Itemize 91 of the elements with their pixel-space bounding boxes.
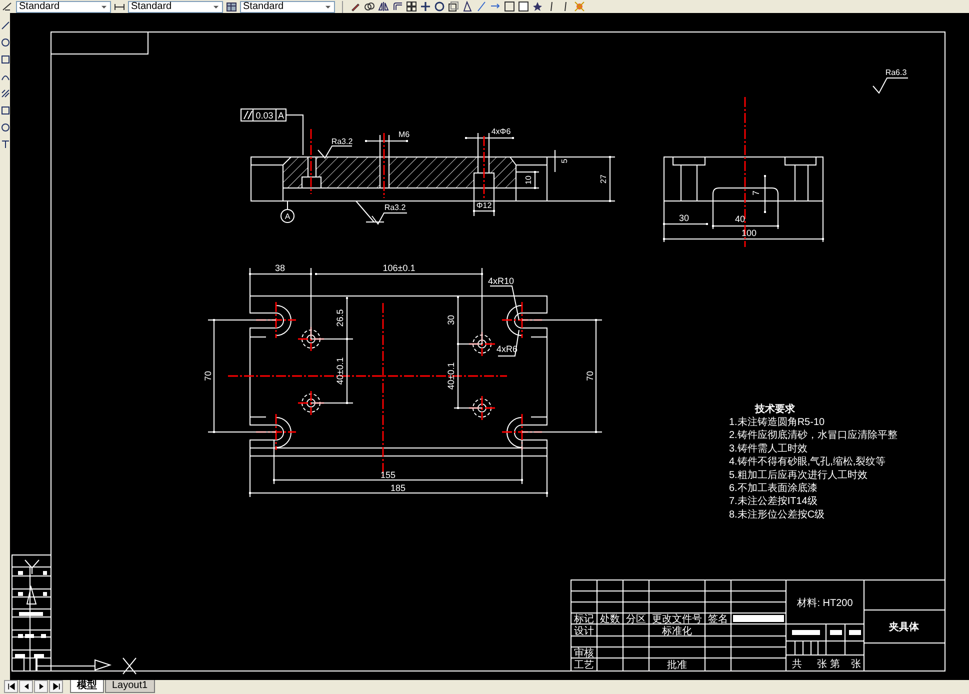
text-icon[interactable] — [0, 140, 10, 149]
dimension-text: 100 — [741, 228, 757, 238]
dimension-text: 38 — [275, 263, 285, 273]
circle-icon[interactable] — [0, 38, 10, 47]
dimension-text: 27 — [599, 174, 608, 184]
rotate-icon[interactable] — [434, 1, 445, 12]
title-block-label: 签名 — [708, 614, 728, 625]
tolerance-value: 0.03 — [256, 110, 274, 120]
requirement-text: 8.未注形位公差按C级 — [729, 509, 825, 520]
dimension-style-icon[interactable] — [114, 1, 125, 12]
dimension-text: 7 — [751, 190, 761, 196]
requirement-text: 5.粗加工后应再次进行人工时效 — [729, 470, 868, 481]
dimension-text: 10 — [524, 176, 533, 184]
line-icon[interactable] — [0, 21, 10, 30]
layout-tab[interactable]: Layout1 — [105, 680, 155, 693]
part-name: 夹具体 — [889, 622, 919, 633]
ucs-icon — [24, 560, 136, 674]
square-icon[interactable] — [504, 1, 515, 12]
dimension-text: 30 — [446, 315, 456, 325]
dimension-text: 30 — [679, 213, 689, 223]
title-block-label: 共 — [792, 659, 802, 670]
hatch-icon[interactable] — [0, 89, 10, 98]
last-tab-icon — [52, 682, 60, 691]
parallelism-icon — [244, 110, 252, 120]
title-block-label: 审核 — [574, 648, 594, 659]
dimension-text: 155 — [380, 470, 396, 480]
requirement-text: 2.铸件应彻底清砂，水冒口应清除平整 — [729, 430, 898, 442]
style-dropdown[interactable]: Standard — [16, 0, 111, 12]
mirror-icon[interactable] — [378, 1, 389, 12]
title-block-label: 张 — [851, 659, 861, 670]
material-text: 材料: HT200 — [797, 598, 853, 609]
dimension-text: 5 — [560, 158, 569, 164]
title-block-label: 张 — [817, 659, 827, 670]
title-block-label: 标记 — [574, 614, 594, 625]
square-icon[interactable] — [0, 55, 10, 64]
previous-tab-button[interactable] — [19, 680, 33, 693]
dimension-text: 106±0.1 — [382, 263, 416, 273]
style-dropdown[interactable]: Standard — [240, 0, 335, 12]
requirement-text: 1.未注铸造圆角R5-10 — [729, 417, 825, 428]
dimension-text: 40±0.1 — [446, 362, 456, 390]
star-icon[interactable] — [532, 1, 543, 12]
dimension-text: 4xΦ6 — [491, 127, 511, 136]
layout-tab[interactable]: 模型 — [70, 680, 104, 693]
table-style-icon[interactable] — [226, 1, 237, 12]
circle-icon[interactable] — [0, 123, 10, 132]
dimension-text: 70 — [585, 371, 595, 381]
dimension-text: 40±0.1 — [335, 357, 345, 385]
copy-icon[interactable] — [364, 1, 375, 12]
requirements-title: 技术要求 — [755, 404, 795, 415]
square-icon[interactable] — [518, 1, 529, 12]
roughness-text: Ra6.3 — [885, 68, 907, 77]
move-icon[interactable] — [420, 1, 431, 12]
requirement-text: 7.未注公差按IT14级 — [729, 496, 818, 508]
square-icon[interactable] — [0, 106, 10, 115]
title-block-label: 更改文件号 — [652, 614, 702, 625]
requirement-text: 4.铸件不得有砂眼,气孔,缩松,裂纹等 — [729, 456, 886, 468]
title-block-label: 标准化 — [662, 626, 692, 637]
style-dropdown[interactable]: Standard — [128, 0, 223, 12]
dimension-text: M6 — [398, 130, 410, 139]
line-icon[interactable] — [476, 1, 487, 12]
title-block-label: 分区 — [626, 614, 646, 625]
dimension-text: 70 — [203, 371, 213, 381]
first-tab-button[interactable] — [4, 680, 18, 693]
dimension-text: 4xR10 — [488, 276, 514, 286]
dimension-text: 185 — [390, 483, 406, 493]
next-tab-button[interactable] — [34, 680, 48, 693]
dimension-text: 26.5 — [335, 309, 345, 327]
title-block-label: 批准 — [667, 660, 687, 671]
tolerance-frame — [240, 108, 304, 156]
dimension-text: Ra3.2 — [331, 137, 353, 146]
requirement-text: 6.不加工表面涂底漆 — [729, 483, 818, 494]
stretch-icon[interactable] — [462, 1, 473, 12]
dimension-text: Ra3.2 — [384, 203, 406, 212]
scale-icon[interactable] — [448, 1, 459, 12]
dimension-text: Φ12 — [476, 201, 492, 210]
text-style-icon[interactable] — [2, 1, 13, 12]
title-block-label: 工艺 — [574, 660, 594, 671]
dimension-text: 40 — [735, 214, 745, 224]
title-block-label: 处数 — [600, 614, 620, 625]
title-block-label: 设计 — [574, 626, 594, 637]
title-block-label: 第 — [830, 659, 840, 670]
roughness-symbol — [872, 78, 908, 94]
grid-icon[interactable] — [406, 1, 417, 12]
offset-icon[interactable] — [392, 1, 403, 12]
first-tab-icon — [6, 682, 16, 691]
last-tab-button[interactable] — [49, 680, 63, 693]
requirement-text: 3.铸件需人工时效 — [729, 443, 808, 454]
pencil-icon[interactable] — [350, 1, 361, 12]
datum-label: A — [278, 110, 284, 120]
datum-label: A — [284, 212, 290, 221]
next-tab-icon — [36, 682, 46, 691]
